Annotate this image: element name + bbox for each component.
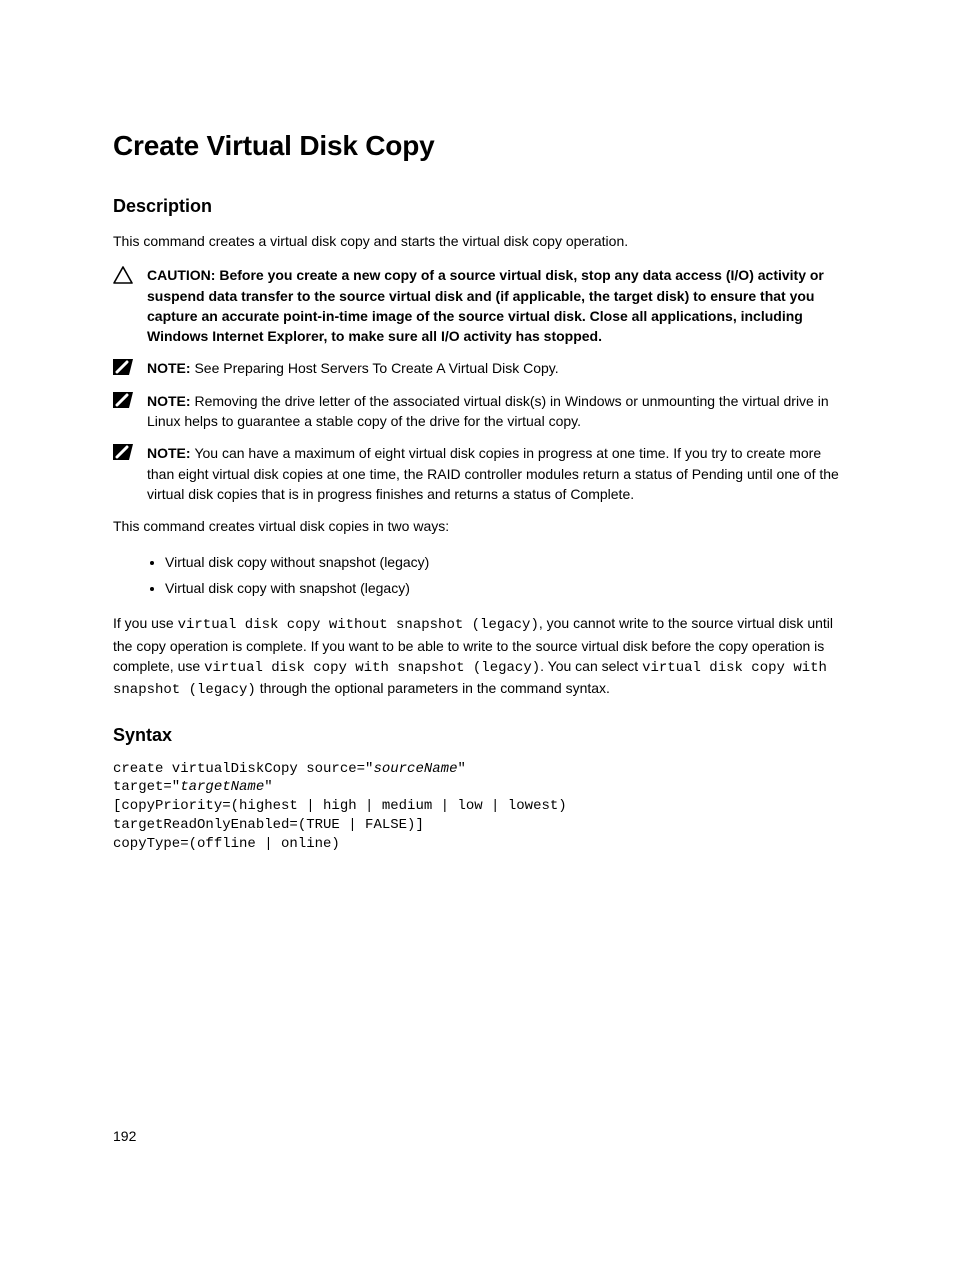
note-text-1: See Preparing Host Servers To Create A V… [194, 360, 558, 376]
caution-callout: CAUTION: Before you create a new copy of… [113, 265, 841, 346]
intro-paragraph: This command creates a virtual disk copy… [113, 231, 841, 251]
bullet-list: Virtual disk copy without snapshot (lega… [165, 551, 841, 600]
page-number: 192 [113, 1128, 136, 1144]
note-callout-1: NOTE: See Preparing Host Servers To Crea… [113, 358, 841, 378]
page-title: Create Virtual Disk Copy [113, 130, 841, 162]
note-icon [113, 444, 133, 460]
note-label-1: NOTE: [147, 360, 194, 376]
two-ways-paragraph: This command creates virtual disk copies… [113, 516, 841, 536]
text-span: through the optional parameters in the c… [256, 680, 610, 696]
section-syntax: Syntax [113, 725, 841, 746]
note-icon [113, 359, 133, 375]
caution-label: CAUTION: [147, 267, 219, 283]
caution-text: Before you create a new copy of a source… [147, 267, 824, 344]
text-span: . You can select [540, 658, 642, 674]
note-text-2: Removing the drive letter of the associa… [147, 393, 829, 429]
explain-paragraph: If you use virtual disk copy without sna… [113, 613, 841, 700]
section-description: Description [113, 196, 841, 217]
note-callout-3: NOTE: You can have a maximum of eight vi… [113, 443, 841, 504]
syntax-block: create virtualDiskCopy source="sourceNam… [113, 760, 841, 854]
code-inline: virtual disk copy with snapshot (legacy) [204, 660, 540, 676]
note-callout-2: NOTE: Removing the drive letter of the a… [113, 391, 841, 432]
note-label-2: NOTE: [147, 393, 194, 409]
caution-icon [113, 266, 133, 284]
list-item: Virtual disk copy with snapshot (legacy) [165, 577, 841, 599]
note-text-3: You can have a maximum of eight virtual … [147, 445, 839, 502]
code-inline: virtual disk copy without snapshot (lega… [178, 617, 539, 633]
note-label-3: NOTE: [147, 445, 194, 461]
text-span: If you use [113, 615, 178, 631]
note-icon [113, 392, 133, 408]
list-item: Virtual disk copy without snapshot (lega… [165, 551, 841, 573]
